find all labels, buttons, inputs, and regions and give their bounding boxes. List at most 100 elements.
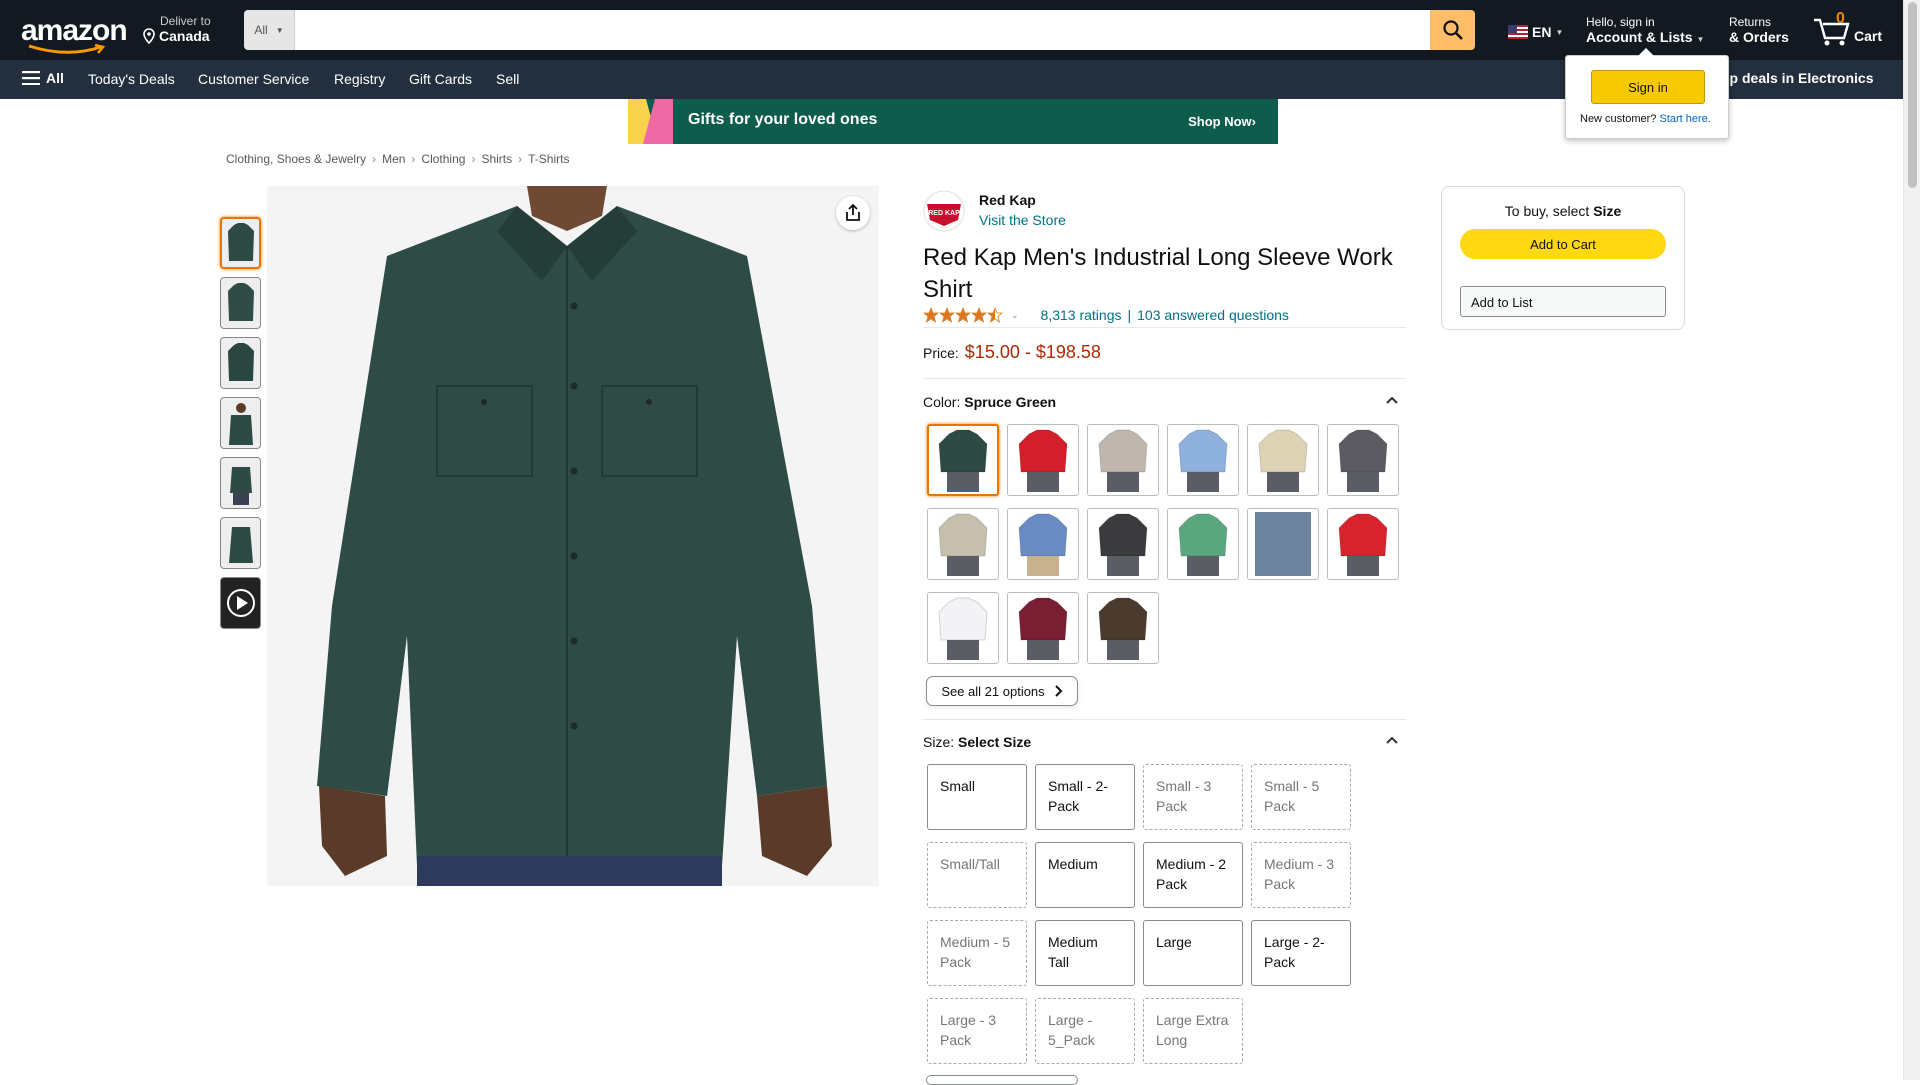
size-option[interactable]: Small - 2-Pack (1035, 764, 1135, 830)
color-swatch[interactable] (1167, 424, 1239, 496)
signin-button[interactable]: Sign in (1591, 70, 1705, 104)
all-menu-button[interactable]: All (22, 70, 64, 86)
search-button[interactable] (1430, 10, 1475, 50)
size-option[interactable]: Small - 5 Pack (1251, 764, 1351, 830)
top-header: amazon Deliver to Canada All ▼ EN ▼ Hello,… (0, 0, 1903, 60)
size-option[interactable]: Large Extra Long (1143, 998, 1243, 1064)
color-swatch[interactable] (1247, 424, 1319, 496)
share-icon (846, 204, 860, 221)
ratings-link[interactable]: 8,313 ratings (1041, 307, 1122, 323)
deliver-to[interactable]: Deliver to Canada (142, 14, 211, 44)
divider (923, 719, 1406, 720)
chevron-right-icon: › (471, 152, 476, 166)
breadcrumb-link[interactable]: Clothing (421, 152, 465, 166)
scrollbar-thumb[interactable] (1908, 2, 1917, 188)
account-greeting: Hello, sign in (1586, 15, 1655, 29)
breadcrumb-link[interactable]: T-Shirts (528, 152, 569, 166)
chevron-up-icon[interactable] (1386, 396, 1398, 404)
size-header[interactable]: Size: Select Size (923, 734, 1406, 750)
color-swatches (927, 424, 1399, 664)
nav-customer-service[interactable]: Customer Service (198, 71, 309, 87)
see-all-options-button[interactable]: See all 21 options (926, 676, 1078, 706)
returns-orders[interactable]: Returns & Orders (1729, 15, 1789, 45)
chevron-up-icon[interactable] (1386, 736, 1398, 744)
banner-cta: Shop Now› (1188, 114, 1256, 129)
nav-registry[interactable]: Registry (334, 71, 385, 87)
amazon-logo[interactable]: amazon (21, 14, 128, 54)
add-to-cart-button[interactable]: Add to Cart (1460, 229, 1666, 259)
search-bar: All ▼ (244, 10, 1475, 50)
start-here-link[interactable]: Start here. (1659, 113, 1710, 125)
add-to-list-button[interactable]: Add to List (1460, 286, 1666, 317)
brand-name: Red Kap (979, 192, 1036, 208)
language-selector[interactable]: EN ▼ (1508, 24, 1563, 40)
price-label: Price: (923, 345, 959, 361)
size-option[interactable]: Medium Tall (1035, 920, 1135, 986)
breadcrumb-link[interactable]: Men (382, 152, 405, 166)
visit-store-link[interactable]: Visit the Store (979, 212, 1066, 228)
star-rating-icon[interactable] (923, 307, 1005, 323)
color-swatch[interactable] (1327, 508, 1399, 580)
color-swatch[interactable] (1007, 508, 1079, 580)
image-thumbnail[interactable] (220, 517, 261, 569)
color-swatch[interactable] (1327, 424, 1399, 496)
breadcrumb-link[interactable]: Clothing, Shoes & Jewelry (226, 152, 366, 166)
size-option[interactable]: Medium (1035, 842, 1135, 908)
image-thumbnail[interactable] (220, 217, 261, 269)
video-thumbnail[interactable] (220, 577, 261, 629)
size-option[interactable]: Medium - 2 Pack (1143, 842, 1243, 908)
color-swatch[interactable] (1007, 592, 1079, 664)
color-swatch[interactable] (927, 508, 999, 580)
image-thumbnail[interactable] (220, 277, 261, 329)
divider (923, 378, 1406, 379)
size-option[interactable]: Small - 3 Pack (1143, 764, 1243, 830)
breadcrumb-link[interactable]: Shirts (481, 152, 512, 166)
brand-logo[interactable]: RED KAP (923, 190, 965, 232)
nav-electronics-deals[interactable]: op deals in Electronics (1721, 70, 1874, 86)
all-menu-label: All (46, 70, 64, 86)
color-swatch[interactable] (1087, 592, 1159, 664)
color-swatch[interactable] (1087, 508, 1159, 580)
search-input[interactable] (295, 10, 1430, 50)
promo-banner[interactable]: Gifts for your loved ones Shop Now› (628, 99, 1278, 144)
answered-questions-link[interactable]: 103 answered questions (1137, 307, 1289, 323)
size-label: Size: (923, 734, 955, 750)
shirt-swatch-image (938, 429, 988, 492)
image-thumbnail[interactable] (220, 397, 261, 449)
shirt-swatch-image (1178, 429, 1228, 492)
size-option[interactable]: Medium - 5 Pack (927, 920, 1027, 986)
size-option[interactable]: Large - 5_Pack (1035, 998, 1135, 1064)
share-button[interactable] (836, 196, 870, 230)
shirt-thumbnail-image (227, 283, 254, 321)
color-header[interactable]: Color: Spruce Green (923, 394, 1406, 410)
color-swatch[interactable] (927, 592, 999, 664)
color-swatch[interactable] (927, 424, 999, 496)
size-option[interactable]: Small/Tall (927, 842, 1027, 908)
nav-todays-deals[interactable]: Today's Deals (88, 71, 175, 87)
page-scrollbar[interactable] (1903, 0, 1920, 1080)
returns-label: Returns (1729, 15, 1772, 29)
size-option[interactable]: Large - 2-Pack (1251, 920, 1351, 986)
image-thumbnail[interactable] (220, 337, 261, 389)
nav-sell[interactable]: Sell (496, 71, 519, 87)
size-option[interactable]: Medium - 3 Pack (1251, 842, 1351, 908)
color-swatch[interactable] (1247, 508, 1319, 580)
search-category-select[interactable]: All ▼ (244, 10, 295, 50)
nav-gift-cards[interactable]: Gift Cards (409, 71, 472, 87)
image-thumbnail[interactable] (220, 457, 261, 509)
shirt-thumbnail-image (229, 467, 252, 505)
shirt-swatch-image (938, 597, 988, 660)
price-range: $15.00 - $198.58 (964, 342, 1101, 362)
size-option[interactable]: Large - 3 Pack (927, 998, 1027, 1064)
account-menu[interactable]: Hello, sign in Account & Lists ▼ (1586, 15, 1704, 45)
color-swatch[interactable] (1087, 424, 1159, 496)
caret-down-icon: ▼ (275, 25, 284, 35)
chevron-down-icon[interactable]: ⌄ (1011, 310, 1019, 321)
size-option[interactable]: Large (1143, 920, 1243, 986)
see-all-sizes-button[interactable] (926, 1075, 1078, 1085)
main-product-image[interactable] (267, 186, 879, 886)
logo-text: amazon (21, 14, 128, 47)
color-swatch[interactable] (1007, 424, 1079, 496)
color-swatch[interactable] (1167, 508, 1239, 580)
size-option[interactable]: Small (927, 764, 1027, 830)
